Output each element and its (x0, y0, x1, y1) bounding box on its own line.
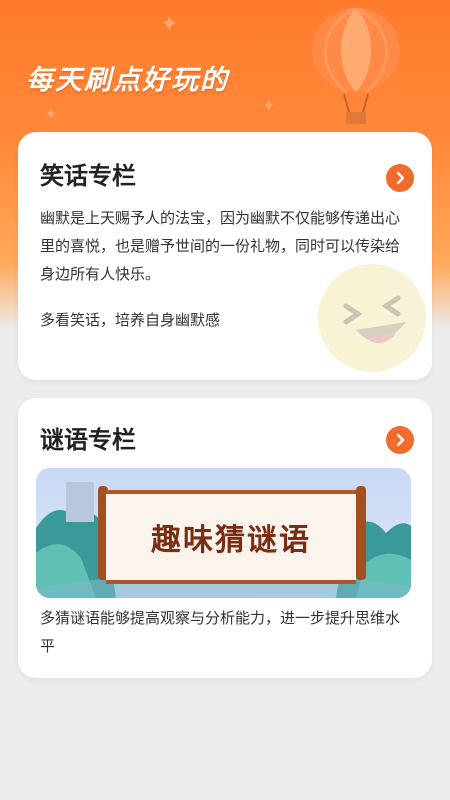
sparkle-icon: ✦ (160, 12, 179, 37)
laughing-emoji-icon (318, 264, 426, 372)
card-description: 多猜谜语能够提高观察与分析能力，进一步提升思维水平 (40, 609, 401, 655)
chevron-right-icon (396, 171, 405, 185)
sparkle-icon: ✦ (44, 104, 58, 123)
chevron-right-icon (396, 433, 405, 447)
hot-air-balloon-icon (312, 8, 400, 124)
joke-column-arrow-button[interactable] (386, 164, 414, 192)
scroll-rod-right (356, 486, 366, 580)
card-title: 谜语专栏 (40, 426, 136, 454)
joke-column-card[interactable]: 笑话专栏 幽默是上天赐予人的法宝，因为幽默不仅能够传递出心里的喜悦，也是赠予世间… (18, 132, 432, 380)
riddle-column-card[interactable]: 谜语专栏 趣味猜谜语 多猜谜语能够提高观察与分析能力，进一步提升思维水平 (18, 398, 432, 678)
banner-title: 每天刷点好玩的 (26, 65, 229, 96)
scroll-banner: 趣味猜谜语 (106, 490, 356, 584)
riddle-banner-title: 趣味猜谜语 (151, 523, 311, 558)
card-title: 笑话专栏 (40, 162, 136, 190)
sparkle-icon: ✦ (262, 96, 276, 115)
riddle-banner-image[interactable]: 趣味猜谜语 (36, 468, 411, 598)
riddle-column-arrow-button[interactable] (386, 426, 414, 454)
